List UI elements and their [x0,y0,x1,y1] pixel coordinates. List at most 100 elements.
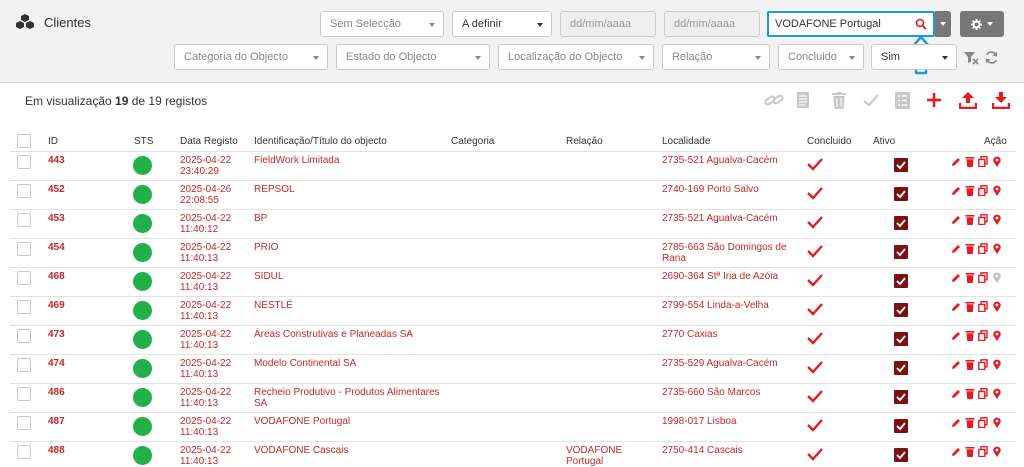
col-identificacao[interactable]: Identificação/Título do objecto [254,136,387,147]
selection-select[interactable]: Sem Selecção [320,11,444,37]
trash-icon[interactable] [965,156,975,167]
active-checkbox[interactable] [894,390,908,404]
row-checkbox[interactable] [17,300,31,314]
select-all-checkbox[interactable] [17,134,31,148]
category-select[interactable]: Categoria do Objecto [174,44,328,70]
pencil-icon[interactable] [951,272,961,283]
row-id[interactable]: 469 [48,300,65,311]
row-checkbox[interactable] [17,329,31,343]
copy-icon[interactable] [978,330,988,341]
trash-icon[interactable] [965,185,975,196]
confirm-button[interactable] [860,90,882,110]
copy-icon[interactable] [978,301,988,312]
map-pin-icon[interactable] [992,359,1002,370]
delete-button[interactable] [828,90,850,110]
pencil-icon[interactable] [951,388,961,399]
table-row[interactable]: 454 2025-04-22 11:40:13 PRIO 2785-663 São Do… [10,238,1016,267]
clear-filter-icon[interactable] [963,50,979,66]
download-button[interactable] [990,90,1012,110]
col-localidade[interactable]: Localidade [662,136,710,147]
search-dropdown-button[interactable] [935,11,951,37]
copy-icon[interactable] [978,243,988,254]
active-select[interactable]: Sim [871,44,957,70]
row-id[interactable]: 453 [48,213,65,224]
table-row[interactable]: 488 2025-04-22 11:40:13 VODAFONE Cascais VOD… [10,441,1016,467]
pencil-icon[interactable] [951,214,961,225]
upload-button[interactable] [957,90,979,110]
trash-icon[interactable] [965,243,975,254]
row-identificacao[interactable]: REPSOL [254,184,454,195]
trash-icon[interactable] [965,359,975,370]
map-pin-icon[interactable] [992,301,1002,312]
row-id[interactable]: 487 [48,416,65,427]
search-icon[interactable] [915,18,927,30]
map-pin-icon[interactable] [992,417,1002,428]
row-identificacao[interactable]: NESTLÉ [254,300,454,311]
trash-icon[interactable] [965,301,975,312]
active-checkbox[interactable] [894,361,908,375]
copy-icon[interactable] [978,446,988,457]
map-pin-icon[interactable] [992,156,1002,167]
map-pin-icon[interactable] [992,388,1002,399]
row-identificacao[interactable]: FieldWork Limitada [254,155,454,166]
col-relacao[interactable]: Relação [566,136,603,147]
map-pin-icon[interactable] [992,185,1002,196]
active-checkbox[interactable] [894,158,908,172]
copy-icon[interactable] [978,272,988,283]
copy-icon[interactable] [978,185,988,196]
row-id[interactable]: 452 [48,184,65,195]
table-row[interactable]: 473 2025-04-22 11:40:13 Áreas Construtivas … [10,325,1016,354]
settings-button[interactable] [960,11,1004,37]
pencil-icon[interactable] [951,243,961,254]
link-button[interactable] [763,90,785,110]
active-checkbox[interactable] [894,216,908,230]
row-checkbox[interactable] [17,358,31,372]
copy-icon[interactable] [978,156,988,167]
refresh-icon[interactable] [984,50,999,65]
row-checkbox[interactable] [17,155,31,169]
row-identificacao[interactable]: BP [254,213,454,224]
row-id[interactable]: 443 [48,155,65,166]
row-id[interactable]: 486 [48,387,65,398]
map-pin-icon[interactable] [992,214,1002,225]
concluded-select[interactable]: Concluido [778,44,864,70]
row-identificacao[interactable]: Recheio Produtivo - Produtos Alimentares… [254,387,454,409]
active-checkbox[interactable] [894,419,908,433]
trash-icon[interactable] [965,446,975,457]
status-select[interactable]: A definir [452,11,552,37]
table-row[interactable]: 468 2025-04-22 11:40:13 SIDUL 2690-364 Stª I… [10,267,1016,296]
trash-icon[interactable] [965,272,975,283]
trash-icon[interactable] [965,417,975,428]
client-search-input[interactable]: VODAFONE Portugal [767,11,935,37]
pencil-icon[interactable] [951,330,961,341]
copy-icon[interactable] [978,359,988,370]
row-checkbox[interactable] [17,387,31,401]
table-row[interactable]: 474 2025-04-22 11:40:13 Modelo Continental … [10,354,1016,383]
col-categoria[interactable]: Categoria [451,136,494,147]
pencil-icon[interactable] [951,156,961,167]
row-id[interactable]: 468 [48,271,65,282]
col-id[interactable]: ID [48,136,58,147]
active-checkbox[interactable] [894,448,908,462]
date-from-input[interactable]: dd/mm/aaaa [560,11,656,37]
row-identificacao[interactable]: VODAFONE Cascais [254,445,454,456]
active-checkbox[interactable] [894,187,908,201]
pencil-icon[interactable] [951,301,961,312]
trash-icon[interactable] [965,214,975,225]
table-row[interactable]: 443 2025-04-22 23:40:29 FieldWork Limitada 2… [10,151,1016,180]
location-select[interactable]: Localização do Objecto [498,44,654,70]
trash-icon[interactable] [965,330,975,341]
table-row[interactable]: 469 2025-04-22 11:40:13 NESTLÉ 2799-554 Lind… [10,296,1016,325]
table-row[interactable]: 453 2025-04-22 11:40:12 BP 2735-521 Agualva-… [10,209,1016,238]
row-identificacao[interactable]: VODAFONE Portugal [254,416,454,427]
copy-icon[interactable] [978,388,988,399]
map-pin-icon[interactable] [992,330,1002,341]
row-id[interactable]: 454 [48,242,65,253]
pencil-icon[interactable] [951,446,961,457]
row-identificacao[interactable]: Modelo Continental SA [254,358,454,369]
row-checkbox[interactable] [17,271,31,285]
copy-icon[interactable] [978,417,988,428]
table-row[interactable]: 486 2025-04-22 11:40:13 Recheio Produtivo -… [10,383,1016,412]
table-row[interactable]: 487 2025-04-22 11:40:13 VODAFONE Portugal 19… [10,412,1016,441]
row-id[interactable]: 474 [48,358,65,369]
